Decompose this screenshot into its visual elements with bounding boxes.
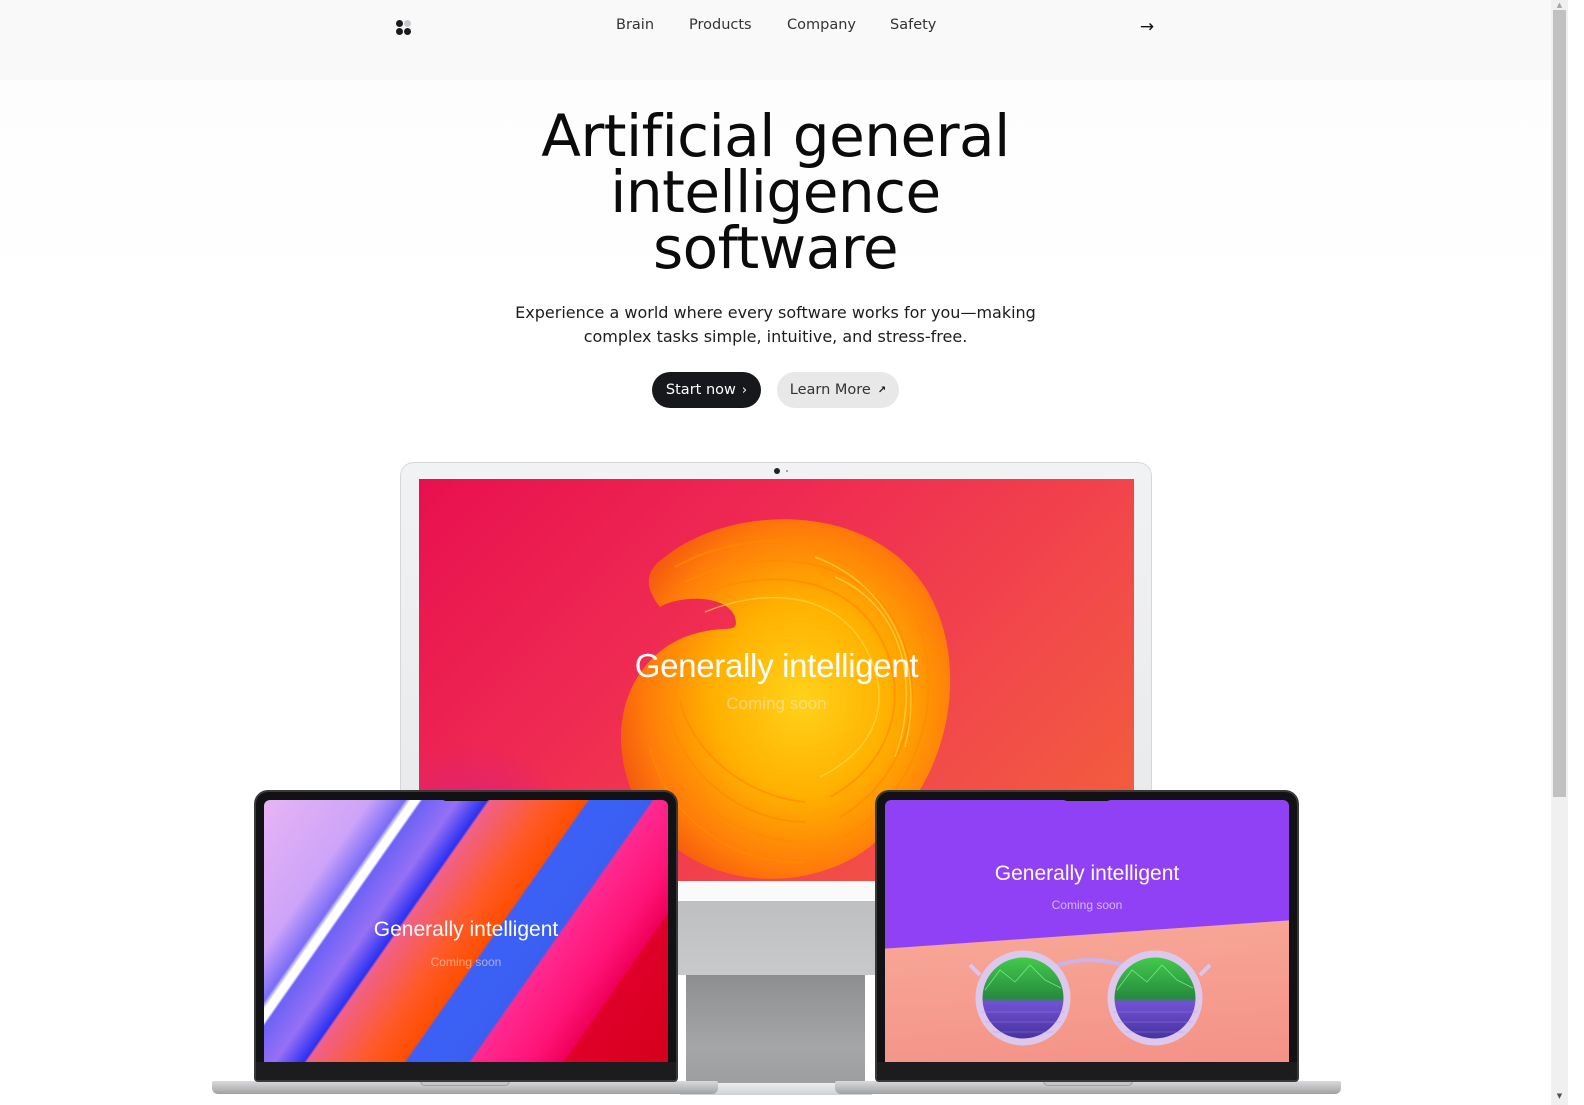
hero-subtitle: Experience a world where every software … [0, 301, 1551, 349]
hero-subtitle-line: complex tasks simple, intuitive, and str… [583, 327, 968, 346]
start-now-label: Start now [665, 382, 736, 398]
window-edge [1568, 0, 1584, 1105]
start-now-button[interactable]: Start now › [652, 372, 761, 408]
camera-icon [774, 468, 780, 474]
laptop-left-subtitle: Coming soon [430, 955, 502, 969]
imac-neck [677, 900, 875, 975]
top-nav: Brain Products Company Safety → [0, 0, 1551, 80]
sensor-dot [786, 470, 788, 472]
laptop-notch [441, 792, 491, 801]
page: Brain Products Company Safety → Artifici… [0, 0, 1551, 1105]
hero-title-line: intelligence [610, 158, 941, 226]
hero-subtitle-line: Experience a world where every software … [515, 303, 1036, 322]
laptop-right: Generally intelligent Coming soon [875, 790, 1299, 1082]
imac-screen-subtitle: Coming soon [726, 694, 827, 713]
laptop-left-title: Generally intelligent [373, 918, 559, 941]
nav-link-brain[interactable]: Brain [616, 17, 654, 33]
nav-links: Brain Products Company Safety [0, 17, 1551, 39]
imac-screen-title: Generally intelligent [634, 647, 919, 684]
scroll-up-arrow-icon[interactable]: ▲ [1551, 0, 1568, 10]
nav-link-products[interactable]: Products [689, 17, 752, 33]
laptop-notch [1062, 792, 1112, 801]
scrollbar-thumb[interactable] [1553, 10, 1566, 797]
laptop-right-title: Generally intelligent [994, 862, 1180, 885]
arrow-up-right-icon: ↗ [877, 384, 887, 396]
laptop-left: Generally intelligent Coming soon [254, 790, 678, 1082]
nav-link-safety[interactable]: Safety [890, 17, 936, 33]
hero-title: Artificial general intelligence software [0, 102, 1551, 282]
vertical-scrollbar[interactable]: ▲ ▼ [1551, 0, 1568, 1105]
arrow-right-icon[interactable]: → [1137, 17, 1157, 37]
laptop-right-subtitle: Coming soon [1051, 898, 1123, 912]
hero-title-line: software [652, 214, 899, 282]
sunglasses-graphic [968, 950, 1212, 1046]
laptop-bottom-bezel [256, 1062, 676, 1080]
imac-stand [686, 975, 865, 1095]
laptop-bottom-bezel [877, 1062, 1297, 1080]
learn-more-button[interactable]: Learn More ↗ [777, 372, 899, 408]
laptop-base [835, 1081, 1341, 1094]
nav-link-company[interactable]: Company [787, 17, 856, 33]
scroll-down-arrow-icon[interactable]: ▼ [1551, 1091, 1568, 1101]
chevron-right-icon: › [741, 382, 748, 398]
laptop-base [212, 1081, 718, 1094]
laptop-right-screen: Generally intelligent Coming soon [885, 800, 1289, 1062]
hero-title-line: Artificial general [541, 102, 1010, 170]
laptop-left-screen: Generally intelligent Coming soon [264, 800, 668, 1062]
learn-more-label: Learn More [789, 382, 871, 398]
